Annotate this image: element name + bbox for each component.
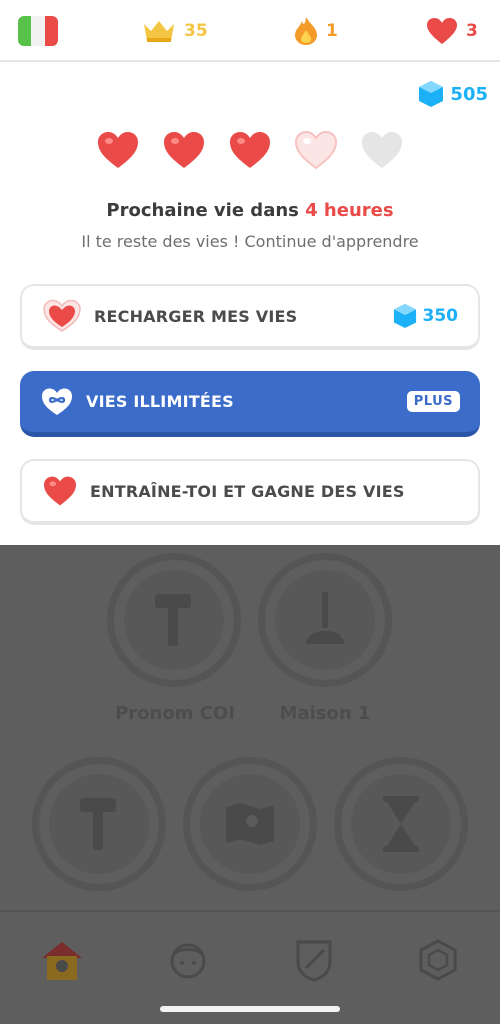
unlimited-hearts-label: VIES ILLIMITÉES	[86, 392, 234, 411]
crown-icon	[144, 21, 174, 42]
practice-earn-hearts-label: ENTRAÎNE-TOI ET GAGNE DES VIES	[90, 481, 405, 501]
unlimited-hearts-button[interactable]: VIES ILLIMITÉES PLUS	[20, 371, 480, 437]
heart-full-icon	[98, 132, 138, 168]
skill-circle	[32, 757, 166, 891]
hammer-icon	[80, 798, 116, 850]
top-bar: 35 1 3	[0, 0, 500, 62]
language-flag-button[interactable]	[18, 14, 58, 48]
gem-icon	[419, 81, 444, 107]
nav-leagues-button[interactable]	[290, 936, 338, 984]
streak-count: 1	[326, 21, 338, 41]
crowns-count: 35	[184, 21, 208, 41]
plus-badge: PLUS	[406, 391, 460, 412]
skill-circle	[258, 553, 392, 687]
refill-cost: 350	[393, 303, 459, 329]
nav-profile-button[interactable]	[164, 936, 212, 984]
shop-gem-icon	[419, 939, 457, 981]
heart-refilling-icon	[294, 130, 338, 170]
next-life-prefix: Prochaine vie dans	[106, 200, 306, 221]
leagues-shield-icon	[296, 940, 332, 982]
hearts-panel: 505 Prochaine vie dans 4 heures Il te re…	[0, 62, 500, 545]
nav-home-button[interactable]	[38, 936, 86, 984]
hourglass-icon	[383, 796, 419, 852]
hearts-count: 3	[466, 21, 478, 41]
streak-counter[interactable]: 1	[294, 14, 338, 48]
skill-circle	[183, 757, 317, 891]
hearts-counter[interactable]: 3	[426, 14, 478, 48]
next-life-time: 4 heures	[305, 200, 394, 221]
heart-refill-icon	[43, 299, 81, 332]
heart-full-icon	[230, 132, 270, 168]
skill-label: Pronom COI	[115, 703, 235, 724]
home-icon	[42, 942, 82, 980]
plunger-icon	[306, 592, 344, 644]
hearts-row	[0, 130, 500, 170]
heart-icon	[427, 18, 457, 44]
nav-shop-button[interactable]	[414, 936, 462, 984]
infinity-heart-icon	[42, 388, 72, 415]
skill-circle	[334, 757, 468, 891]
heart-full-icon	[164, 132, 204, 168]
refill-cost-value: 350	[422, 306, 459, 326]
next-life-timer: Prochaine vie dans 4 heures	[0, 200, 500, 221]
flame-icon	[295, 17, 317, 45]
profile-icon	[170, 943, 206, 979]
italy-flag-icon	[18, 16, 58, 46]
heart-icon	[44, 476, 76, 506]
crowns-counter[interactable]: 35	[142, 14, 208, 48]
hearts-subtext: Il te reste des vies ! Continue d'appren…	[81, 232, 419, 251]
practice-earn-hearts-button[interactable]: ENTRAÎNE-TOI ET GAGNE DES VIES	[20, 459, 480, 525]
gem-icon	[393, 304, 416, 328]
gems-count: 505	[450, 83, 488, 105]
gems-counter[interactable]: 505	[418, 80, 488, 108]
skill-circle	[107, 553, 241, 687]
map-icon	[226, 803, 274, 845]
hammer-icon	[155, 594, 191, 646]
skill-label: Maison 1	[279, 703, 371, 724]
refill-hearts-label: RECHARGER MES VIES	[94, 306, 298, 326]
refill-hearts-button[interactable]: RECHARGER MES VIES 350	[20, 284, 480, 350]
heart-empty-icon	[362, 132, 402, 168]
home-indicator	[160, 1006, 340, 1012]
